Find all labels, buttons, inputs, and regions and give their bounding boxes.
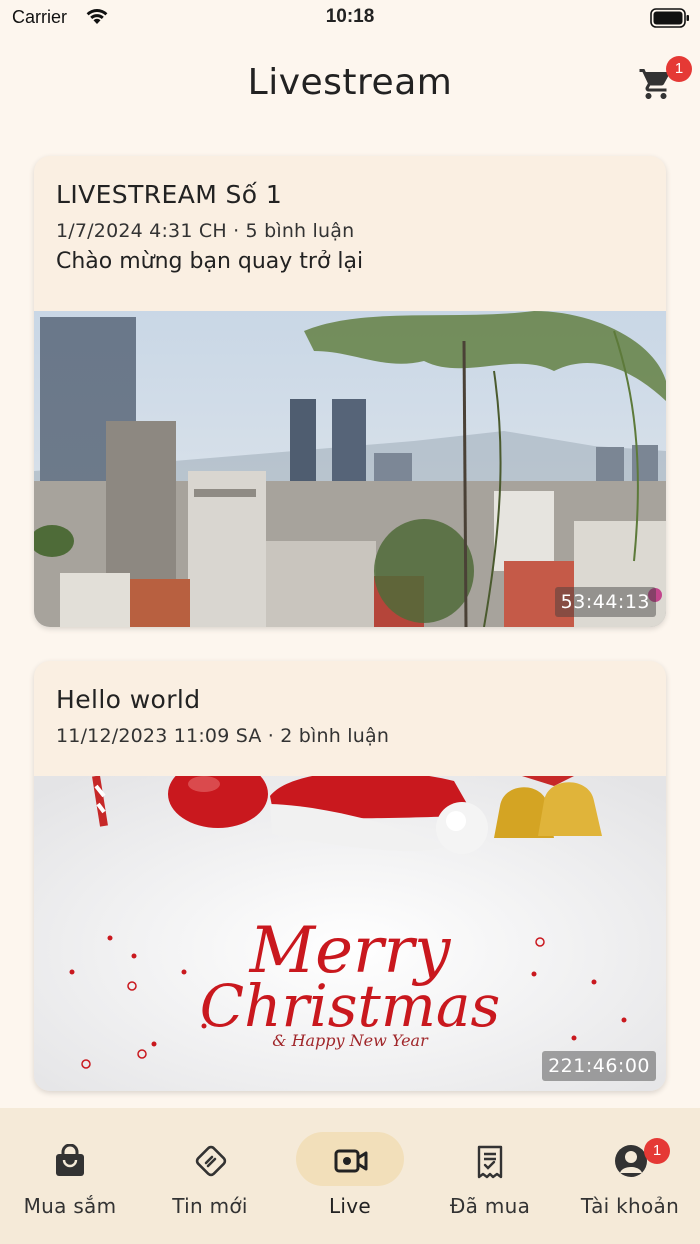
tab-label: Tin mới xyxy=(172,1194,248,1218)
svg-text:& Happy New Year: & Happy New Year xyxy=(272,1031,429,1050)
tab-label: Đã mua xyxy=(449,1194,531,1218)
tab-news[interactable]: Tin mới xyxy=(140,1108,280,1244)
svg-text:Christmas: Christmas xyxy=(200,972,500,1040)
duration-badge: 53:44:13 xyxy=(554,587,656,617)
tab-shopping[interactable]: Mua sắm xyxy=(0,1108,140,1244)
tab-label: Tài khoản xyxy=(580,1194,680,1218)
stream-description: Chào mừng bạn quay trở lại xyxy=(56,249,364,274)
tab-label: Mua sắm xyxy=(23,1194,117,1218)
stream-thumbnail[interactable]: Merry Christmas & Happy New Year 221:46:… xyxy=(34,776,666,1091)
card-header: Hello world 11/12/2023 11:09 SA · 2 bình… xyxy=(34,661,666,776)
header: Livestream 1 xyxy=(0,52,700,116)
shopping-bag-icon xyxy=(45,1136,95,1186)
account-badge: 1 xyxy=(644,1138,670,1164)
tab-live[interactable]: Live xyxy=(280,1108,420,1244)
battery-icon xyxy=(650,8,690,32)
stream-meta: 1/7/2024 4:31 CH · 5 bình luận xyxy=(56,220,355,242)
news-icon xyxy=(185,1136,235,1186)
stream-thumbnail[interactable]: 53:44:13 xyxy=(34,311,666,627)
stream-title: Hello world xyxy=(56,685,201,714)
livestream-card[interactable]: Hello world 11/12/2023 11:09 SA · 2 bình… xyxy=(34,661,666,1091)
tab-purchased[interactable]: Đã mua xyxy=(420,1108,560,1244)
page-title: Livestream xyxy=(247,62,453,103)
stream-meta: 11/12/2023 11:09 SA · 2 bình luận xyxy=(56,725,390,747)
duration-badge: 221:46:00 xyxy=(542,1051,656,1081)
card-header: LIVESTREAM Số 1 1/7/2024 4:31 CH · 5 bìn… xyxy=(34,156,666,311)
tab-label: Live xyxy=(328,1194,372,1218)
cart-button[interactable]: 1 xyxy=(636,56,692,102)
receipt-icon xyxy=(465,1136,515,1186)
livestream-card[interactable]: LIVESTREAM Số 1 1/7/2024 4:31 CH · 5 bìn… xyxy=(34,156,666,627)
status-bar: Carrier 10:18 xyxy=(0,0,700,36)
bottom-tab-bar: Mua sắm Tin mới Live Đã mua 1 Tài khoản xyxy=(0,1108,700,1244)
stream-title: LIVESTREAM Số 1 xyxy=(56,180,283,209)
cart-badge: 1 xyxy=(666,56,692,82)
tab-account[interactable]: 1 Tài khoản xyxy=(560,1108,700,1244)
clock: 10:18 xyxy=(325,6,375,27)
video-camera-icon xyxy=(325,1136,375,1186)
